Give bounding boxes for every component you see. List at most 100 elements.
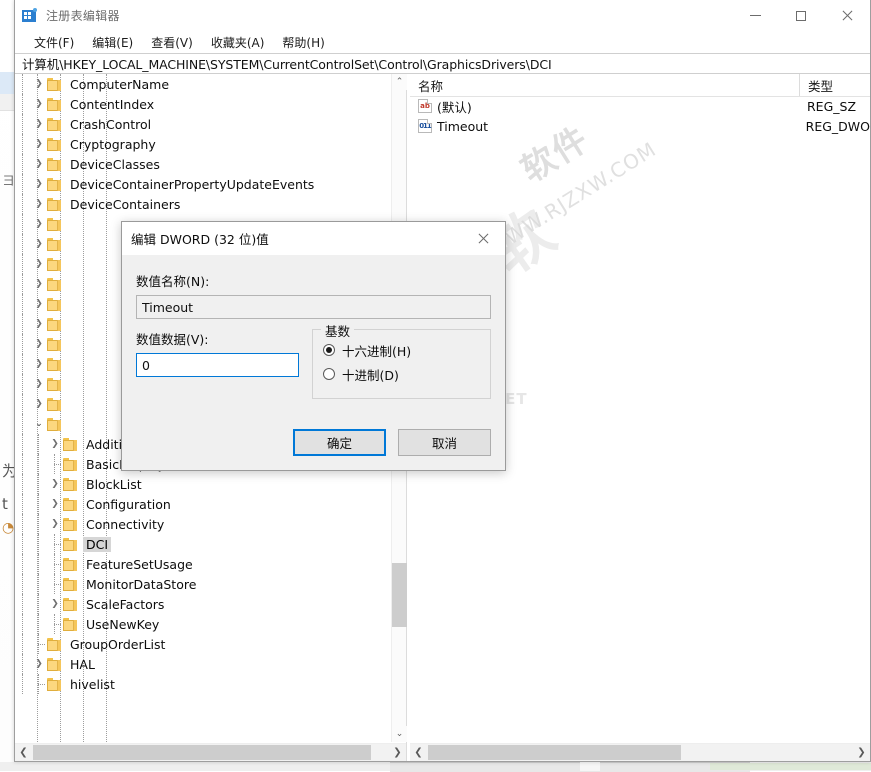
menu-edit[interactable]: 编辑(E) <box>83 32 142 53</box>
tree-hscroll-left-button[interactable]: ❮ <box>15 744 32 761</box>
tree-indent <box>15 214 31 234</box>
values-hscroll-thumb[interactable] <box>428 745 681 760</box>
chevron-right-icon[interactable]: ❯ <box>47 434 63 454</box>
chevron-right-icon[interactable]: ❯ <box>31 174 47 194</box>
column-header-name[interactable]: 名称 <box>410 74 799 96</box>
tree-item-crashcontrol[interactable]: ❯ CrashControl <box>15 114 391 134</box>
folder-icon <box>47 118 62 131</box>
tree-connector <box>47 554 63 574</box>
chevron-right-icon[interactable]: ❯ <box>31 254 47 274</box>
chevron-right-icon[interactable]: ❯ <box>31 294 47 314</box>
tree-indent <box>31 474 47 494</box>
tree-item-devicecontainerpropertyupdateevents[interactable]: ❯ DeviceContainerPropertyUpdateEvents <box>15 174 391 194</box>
folder-icon <box>47 158 62 171</box>
tree-indent <box>15 194 31 214</box>
tree-indent <box>31 494 47 514</box>
tree-item-dci[interactable]: DCI <box>15 534 391 554</box>
values-horizontal-scrollbar[interactable]: ❮ ❯ <box>410 743 870 761</box>
chevron-right-icon[interactable]: ❯ <box>31 654 47 674</box>
tree-item-featuresetusage[interactable]: FeatureSetUsage <box>15 554 391 574</box>
chevron-right-icon[interactable]: ❯ <box>31 154 47 174</box>
background-glyph-d: ◔ <box>2 520 14 536</box>
values-hscroll-left-button[interactable]: ❮ <box>410 744 427 761</box>
chevron-right-icon[interactable]: ❯ <box>31 374 47 394</box>
chevron-right-icon[interactable]: ❯ <box>31 394 47 414</box>
chevron-right-icon[interactable]: ❯ <box>31 234 47 254</box>
menu-favorites[interactable]: 收藏夹(A) <box>202 32 274 53</box>
chevron-right-icon[interactable]: ❯ <box>31 334 47 354</box>
tree-indent <box>15 654 31 674</box>
chevron-right-icon[interactable]: ❯ <box>47 474 63 494</box>
value-data-input[interactable] <box>136 353 299 377</box>
tree-item-contentindex[interactable]: ❯ ContentIndex <box>15 94 391 114</box>
tree-scroll-thumb[interactable] <box>392 563 407 627</box>
menu-file[interactable]: 文件(F) <box>25 32 83 53</box>
chevron-right-icon[interactable]: ❯ <box>31 134 47 154</box>
tree-hscroll-thumb[interactable] <box>33 745 371 760</box>
tree-item-label: HAL <box>67 657 98 672</box>
registry-editor-window: 注册表编辑器 文件(F) 编辑(E) 查看(V) 收藏夹(A) 帮助(H) 计算… <box>14 0 871 762</box>
tree-item-cryptography[interactable]: ❯Cryptography <box>15 134 391 154</box>
address-path[interactable]: 计算机\HKEY_LOCAL_MACHINE\SYSTEM\CurrentCon… <box>15 54 552 73</box>
radio-decimal[interactable]: 十进制(D) <box>323 362 480 386</box>
tree-item-deviceclasses[interactable]: ❯DeviceClasses <box>15 154 391 174</box>
chevron-right-icon[interactable]: ❯ <box>31 354 47 374</box>
cancel-button[interactable]: 取消 <box>398 429 491 456</box>
column-header-type[interactable]: 类型 <box>799 74 870 96</box>
tree-indent <box>15 594 31 614</box>
tree-hscroll-right-button[interactable]: ❯ <box>389 744 406 761</box>
chevron-right-icon[interactable]: ❯ <box>31 194 47 214</box>
chevron-right-icon[interactable]: ❯ <box>31 314 47 334</box>
folder-icon <box>47 78 62 91</box>
value-name-input[interactable] <box>136 295 491 319</box>
tree-item-scalefactors[interactable]: ❯ScaleFactors <box>15 594 391 614</box>
tree-scroll-down-button[interactable]: ⌄ <box>392 726 407 742</box>
tree-indent <box>15 314 31 334</box>
value-name-text: Timeout <box>437 119 488 134</box>
address-bar[interactable]: 计算机\HKEY_LOCAL_MACHINE\SYSTEM\CurrentCon… <box>15 53 870 74</box>
tree-item-computername[interactable]: ❯ComputerName <box>15 74 391 94</box>
chevron-down-icon[interactable]: ⌄ <box>31 414 47 434</box>
tree-item-label: ContentIndex <box>67 97 157 112</box>
table-row[interactable]: 011 Timeout REG_DWO <box>410 116 870 136</box>
tree-item-blocklist[interactable]: ❯BlockList <box>15 474 391 494</box>
tree-item-connectivity[interactable]: ❯Connectivity <box>15 514 391 534</box>
values-hscroll-right-button[interactable]: ❯ <box>853 744 870 761</box>
chevron-right-icon[interactable]: ❯ <box>31 274 47 294</box>
close-button[interactable] <box>824 0 870 31</box>
maximize-button[interactable] <box>778 0 824 31</box>
tree-item-usenewkey[interactable]: UseNewKey <box>15 614 391 634</box>
chevron-right-icon[interactable]: ❯ <box>47 494 63 514</box>
tree-indent <box>31 434 47 454</box>
tree-item-label: DeviceContainerPropertyUpdateEvents <box>67 177 317 192</box>
tree-connector <box>31 674 47 694</box>
chevron-right-icon[interactable]: ❯ <box>47 594 63 614</box>
chevron-right-icon[interactable]: ❯ <box>31 214 47 234</box>
tree-scroll-up-button[interactable]: ⌃ <box>392 74 407 90</box>
chevron-right-icon[interactable]: ❯ <box>31 74 47 94</box>
value-type-cell: REG_DWO <box>798 119 870 134</box>
table-row[interactable]: ab (默认) REG_SZ <box>410 96 870 116</box>
menu-view[interactable]: 查看(V) <box>142 32 202 53</box>
chevron-right-icon[interactable]: ❯ <box>31 114 47 134</box>
menu-help[interactable]: 帮助(H) <box>273 32 333 53</box>
chevron-right-icon[interactable]: ❯ <box>47 514 63 534</box>
tree-item-hivelist[interactable]: hivelist <box>15 674 391 694</box>
ok-button[interactable]: 确定 <box>293 429 386 456</box>
tree-item-configuration[interactable]: ❯Configuration <box>15 494 391 514</box>
tree-item-devicecontainers[interactable]: ❯DeviceContainers <box>15 194 391 214</box>
minimize-button[interactable] <box>732 0 778 31</box>
tree-item-monitordatastore[interactable]: MonitorDataStore <box>15 574 391 594</box>
tree-item-label: CrashControl <box>67 117 154 132</box>
folder-icon <box>63 498 78 511</box>
tree-horizontal-scrollbar[interactable]: ❮ ❯ <box>15 743 406 761</box>
tree-item-hal[interactable]: ❯ HAL <box>15 654 391 674</box>
tree-item-grouporderlist[interactable]: GroupOrderList <box>15 634 391 654</box>
radio-hexadecimal-icon <box>323 344 335 356</box>
tree-indent <box>15 254 31 274</box>
dialog-close-button[interactable] <box>460 222 505 255</box>
radio-hexadecimal[interactable]: 十六进制(H) <box>323 338 480 362</box>
chevron-right-icon[interactable]: ❯ <box>31 94 47 114</box>
dialog-buttons: 确定 取消 <box>293 429 491 456</box>
folder-icon <box>63 598 78 611</box>
